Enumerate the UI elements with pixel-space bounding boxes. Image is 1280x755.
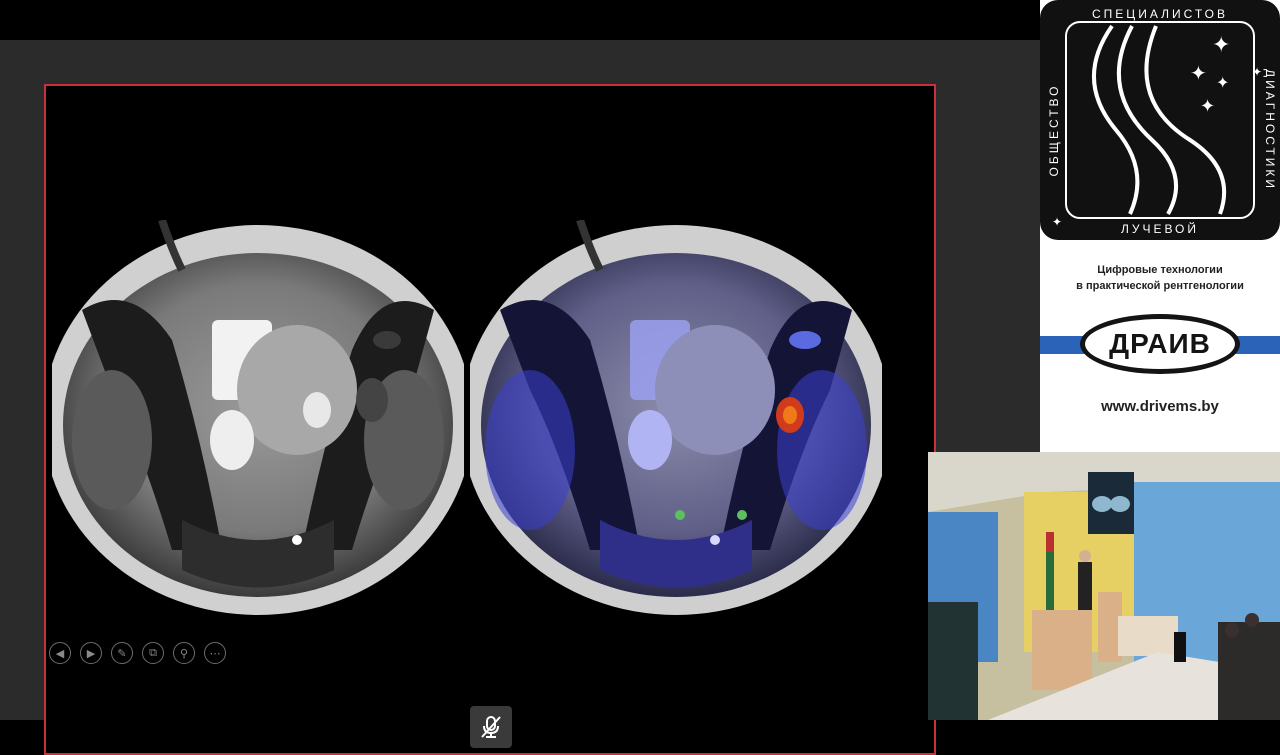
previous-slide-icon: ◀ <box>55 646 65 660</box>
emblem-text-right: ДИАГНОСТИКИ <box>1263 69 1277 191</box>
zoom-icon: ⚲ <box>179 646 189 660</box>
top-bar <box>0 0 1040 40</box>
zoom-button[interactable]: ⚲ <box>173 642 195 664</box>
emblem-text-top: СПЕЦИАЛИСТОВ <box>1092 7 1228 21</box>
next-slide-button[interactable]: ▶ <box>80 642 102 664</box>
webcam-video-feed <box>928 452 1280 720</box>
pen-button[interactable]: ✎ <box>111 642 133 664</box>
more-options-button[interactable]: ⋯ <box>204 642 226 664</box>
drive-logo: ДРАИВ <box>1080 314 1240 374</box>
microphone-muted-icon <box>481 716 501 738</box>
drive-logo-text: ДРАИВ <box>1109 328 1211 359</box>
sponsor-tagline: Цифровые технологии в практической рентг… <box>1040 262 1280 294</box>
microphone-mute-button[interactable] <box>470 706 512 748</box>
presentation-stage: ◀ ▶ ✎ ⧉ ⚲ ⋯ <box>0 40 1040 755</box>
svg-text:✦: ✦ <box>1052 215 1062 229</box>
svg-text:✦: ✦ <box>1212 33 1230 58</box>
sponsor-website: www.drivems.by <box>1101 398 1219 415</box>
tagline-line-1: Цифровые технологии <box>1097 264 1223 276</box>
svg-text:✦: ✦ <box>1252 65 1262 79</box>
previous-slide-button[interactable]: ◀ <box>49 642 71 664</box>
emblem-text-left: ОБЩЕСТВО <box>1047 84 1061 177</box>
sponsor-panel: ✦ ✦ ✦ ✦ ✦ ✦ СПЕЦИАЛИСТОВ ЛУЧЕВОЙ ОБЩЕСТВ… <box>1040 0 1280 452</box>
tagline-line-2: в практической рентгенологии <box>1076 280 1244 292</box>
slides-overview-icon: ⧉ <box>149 646 157 659</box>
svg-text:✦: ✦ <box>1200 96 1215 117</box>
mri-scan-left <box>52 220 464 620</box>
society-emblem-logo: ✦ ✦ ✦ ✦ ✦ ✦ СПЕЦИАЛИСТОВ ЛУЧЕВОЙ ОБЩЕСТВ… <box>1040 0 1280 240</box>
slides-overview-button[interactable]: ⧉ <box>142 642 164 664</box>
mri-scan-right-fusion <box>470 220 882 620</box>
presentation-controls: ◀ ▶ ✎ ⧉ ⚲ ⋯ <box>49 642 226 664</box>
more-options-icon: ⋯ <box>209 646 221 660</box>
next-slide-icon: ▶ <box>86 646 96 660</box>
svg-text:✦: ✦ <box>1190 61 1207 85</box>
emblem-text-bottom: ЛУЧЕВОЙ <box>1121 221 1199 236</box>
svg-text:✦: ✦ <box>1216 73 1229 92</box>
pen-icon: ✎ <box>117 646 127 660</box>
slide-frame: ◀ ▶ ✎ ⧉ ⚲ ⋯ <box>44 84 936 755</box>
